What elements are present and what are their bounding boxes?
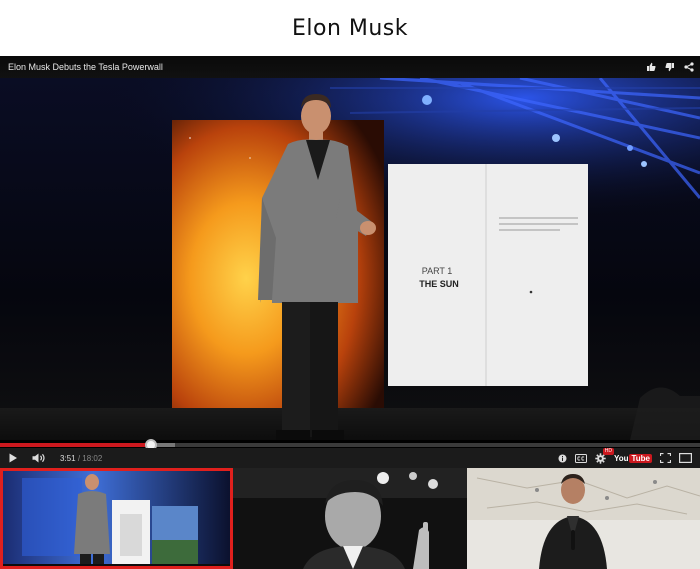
thumbnail-1[interactable] (0, 468, 233, 569)
time-total: 18:02 (82, 453, 103, 463)
video-player[interactable]: Elon Musk Debuts the Tesla Powerwall PAR… (0, 56, 700, 468)
captions-icon[interactable] (574, 453, 587, 463)
thumbs-down-icon[interactable] (665, 62, 675, 72)
time-display: 3:51 / 18:02 (60, 454, 102, 463)
page-title: Elon Musk (291, 15, 409, 41)
youtube-logo[interactable]: You Tube (613, 453, 652, 463)
time-current: 3:51 (60, 453, 76, 463)
theater-mode-icon[interactable] (679, 453, 692, 463)
thumbnail-3[interactable] (467, 468, 700, 569)
video-title-bar: Elon Musk Debuts the Tesla Powerwall (0, 56, 700, 78)
youtube-logo-tube: Tube (629, 453, 652, 463)
slide-part-label: PART 1 (422, 266, 453, 276)
video-title[interactable]: Elon Musk Debuts the Tesla Powerwall (8, 62, 163, 72)
youtube-logo-you: You (613, 453, 629, 463)
fullscreen-icon[interactable] (660, 453, 671, 463)
progress-played (0, 443, 151, 447)
time-separator: / (77, 453, 81, 463)
page-header: Elon Musk (0, 0, 700, 56)
progress-bar[interactable] (0, 439, 700, 451)
gear-icon[interactable]: HD (595, 447, 614, 464)
share-icon[interactable] (684, 62, 694, 72)
slide-part-title: THE SUN (419, 279, 459, 289)
info-icon[interactable] (558, 454, 567, 463)
play-icon[interactable] (8, 453, 18, 463)
hd-badge: HD (602, 447, 614, 455)
video-frame[interactable]: PART 1 THE SUN (0, 76, 700, 440)
thumbs-up-icon[interactable] (646, 62, 656, 72)
progress-track[interactable] (0, 439, 700, 451)
controls-bar: 3:51 / 18:02 HD You Tube (0, 447, 700, 468)
thumbnail-2[interactable] (233, 468, 467, 569)
thumbnail-strip (0, 468, 700, 569)
volume-icon[interactable] (32, 453, 46, 463)
